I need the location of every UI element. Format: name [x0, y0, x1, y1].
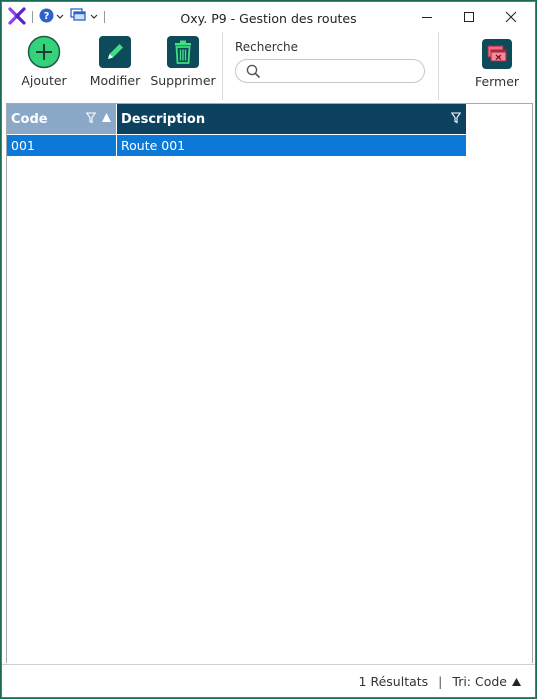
- table-row[interactable]: 001 Route 001: [7, 135, 466, 156]
- column-header-label: Description: [121, 111, 206, 127]
- quick-access-toolbar: ?: [8, 6, 108, 28]
- close-button[interactable]: [491, 2, 531, 32]
- toolbar-divider: [438, 32, 439, 100]
- pencil-icon: [99, 36, 131, 68]
- chevron-down-icon[interactable]: [56, 13, 64, 22]
- cell-description: Route 001: [116, 135, 466, 156]
- close-icon: [505, 11, 517, 23]
- sort-ascending-icon[interactable]: [101, 112, 112, 127]
- cell-code: 001: [11, 138, 35, 153]
- grid-header: Code Description: [7, 104, 466, 134]
- close-window-button-label: Fermer: [474, 74, 520, 89]
- quick-access-separator: [32, 11, 33, 23]
- trash-icon: [167, 36, 199, 68]
- chevron-down-icon[interactable]: [90, 13, 98, 22]
- toolbar-divider: [222, 32, 223, 100]
- edit-button[interactable]: Modifier: [86, 35, 144, 88]
- filter-icon[interactable]: [450, 112, 462, 128]
- add-button-label: Ajouter: [21, 73, 67, 88]
- close-window-icon: [482, 39, 512, 69]
- maximize-button[interactable]: [449, 2, 489, 32]
- toolbar: Ajouter Modifier Supprimer Recherche Fer…: [2, 32, 535, 102]
- maximize-icon: [464, 12, 474, 22]
- column-header-code[interactable]: Code: [7, 104, 116, 134]
- results-count: 1 Résultats: [358, 674, 429, 689]
- search-input[interactable]: [266, 63, 416, 79]
- quick-access-separator: [104, 11, 105, 23]
- plus-circle-icon: [27, 35, 61, 69]
- column-header-label: Code: [11, 111, 48, 127]
- edit-button-label: Modifier: [89, 73, 141, 88]
- title-bar: ? Oxy. P9 - Gestion des routes: [2, 2, 535, 32]
- svg-text:?: ?: [44, 11, 50, 22]
- sort-ascending-icon: [512, 677, 521, 686]
- add-button[interactable]: Ajouter: [21, 35, 67, 88]
- search-box[interactable]: [235, 59, 425, 83]
- filter-icon[interactable]: [85, 112, 97, 128]
- routes-grid: Code Description 001 Route 001: [6, 103, 533, 663]
- search-label: Recherche: [235, 40, 299, 54]
- app-window: ? Oxy. P9 - Gestion des routes Ajouter M…: [1, 1, 536, 698]
- oxy-logo-icon[interactable]: [8, 6, 26, 28]
- delete-button[interactable]: Supprimer: [150, 35, 216, 88]
- status-bar: 1 Résultats | Tri: Code: [2, 664, 535, 697]
- minimize-icon: [422, 17, 432, 18]
- window-stack-icon[interactable]: [70, 8, 88, 26]
- search-icon: [246, 64, 261, 82]
- status-separator: |: [438, 674, 443, 689]
- delete-button-label: Supprimer: [150, 73, 216, 88]
- sort-indicator[interactable]: Tri: Code: [452, 674, 522, 689]
- sort-label: Tri: Code: [452, 674, 507, 689]
- column-header-description[interactable]: Description: [116, 104, 466, 134]
- minimize-button[interactable]: [407, 2, 447, 32]
- close-window-button[interactable]: Fermer: [472, 38, 522, 89]
- help-icon[interactable]: ?: [39, 8, 54, 26]
